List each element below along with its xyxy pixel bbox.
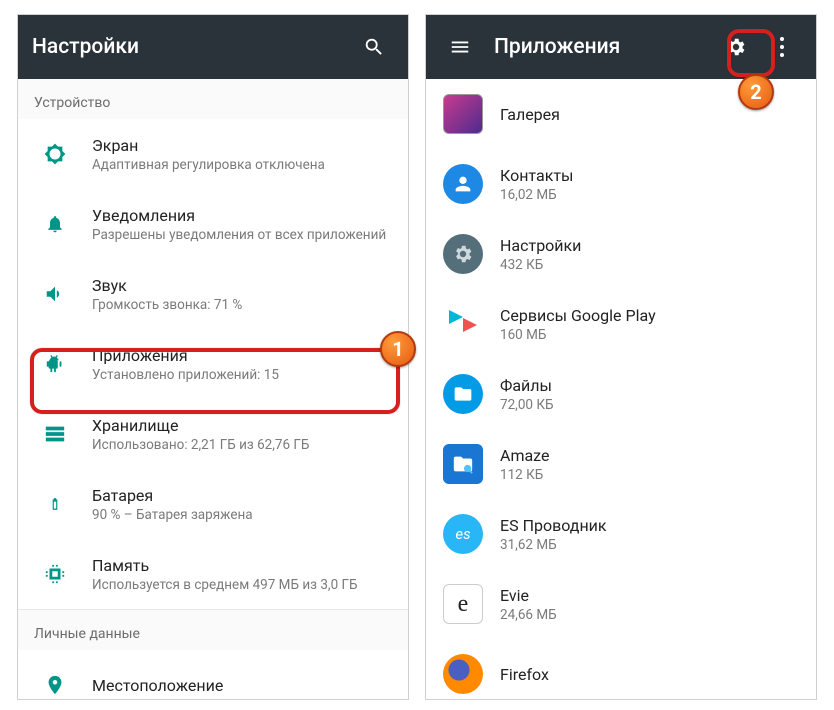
app-icon: e [443, 584, 483, 624]
app-row-firefox[interactable]: Firefox [426, 639, 816, 699]
row-storage[interactable]: Хранилище Использовано: 2,21 ГБ из 62,76 … [18, 399, 408, 469]
row-title: Звук [92, 276, 392, 295]
search-icon[interactable] [354, 27, 394, 67]
row-sub: Используется в среднем 497 МБ из 3,0 ГБ [92, 577, 392, 593]
app-icon [443, 164, 483, 204]
row-notifications[interactable]: Уведомления Разрешены уведомления от всех… [18, 189, 408, 259]
brightness-icon [44, 143, 66, 165]
volume-icon [44, 283, 66, 305]
android-icon [44, 353, 66, 375]
row-title: Экран [92, 136, 392, 155]
app-icon: es [443, 514, 483, 554]
app-name: Контакты [500, 166, 800, 185]
step-badge-1: 1 [380, 331, 416, 367]
bell-icon [45, 213, 65, 235]
menu-icon[interactable] [440, 27, 480, 67]
gear-icon[interactable] [716, 27, 756, 67]
row-title: Хранилище [92, 416, 392, 435]
app-row-play-services[interactable]: Сервисы Google Play 160 МБ [426, 289, 816, 359]
row-sound[interactable]: Звук Громкость звонка: 71 % [18, 259, 408, 329]
app-icon [443, 94, 483, 134]
memory-icon [44, 563, 66, 585]
section-personal: Личные данные [18, 610, 408, 650]
row-sub: 90 % – Батарея заряжена [92, 507, 392, 523]
app-size: 112 КБ [500, 467, 800, 483]
app-size: 160 МБ [500, 327, 800, 343]
app-row-files[interactable]: Файлы 72,00 КБ [426, 359, 816, 429]
row-sub: Установлено приложений: 15 [92, 367, 392, 383]
app-icon [443, 304, 483, 344]
app-size: 432 КБ [500, 257, 800, 273]
row-memory[interactable]: Память Используется в среднем 497 МБ из 3… [18, 539, 408, 609]
app-row-es[interactable]: es ES Проводник 31,62 МБ [426, 499, 816, 569]
row-location[interactable]: Местоположение [18, 650, 408, 700]
row-title: Батарея [92, 486, 392, 505]
row-title: Уведомления [92, 206, 392, 225]
app-size: 31,62 МБ [500, 537, 800, 553]
row-display[interactable]: Экран Адаптивная регулировка отключена [18, 119, 408, 189]
apps-screen: Приложения Галерея Контакты16,02 МБ Наст… [425, 14, 817, 700]
app-row-amaze[interactable]: Amaze 112 КБ [426, 429, 816, 499]
appbar-settings: Настройки [18, 15, 408, 79]
row-sub: Адаптивная регулировка отключена [92, 157, 392, 173]
app-size: 72,00 КБ [500, 397, 800, 413]
row-sub: Громкость звонка: 71 % [92, 297, 392, 313]
app-icon [443, 444, 483, 484]
app-name: Файлы [500, 376, 800, 395]
row-sub: Использовано: 2,21 ГБ из 62,76 ГБ [92, 437, 392, 453]
row-battery[interactable]: Батарея 90 % – Батарея заряжена [18, 469, 408, 539]
app-name: Amaze [500, 446, 800, 465]
app-name: Evie [500, 586, 800, 605]
app-name: Настройки [500, 236, 800, 255]
settings-screen: Настройки Устройство Экран Адаптивная рег… [17, 14, 409, 700]
step-badge-2: 2 [738, 74, 774, 110]
app-name: Сервисы Google Play [500, 306, 800, 325]
app-name: ES Проводник [500, 516, 800, 535]
storage-icon [44, 423, 66, 445]
app-row-evie[interactable]: e Evie 24,66 МБ [426, 569, 816, 639]
battery-icon [48, 492, 62, 516]
app-name: Firefox [500, 659, 800, 690]
app-size: 16,02 МБ [500, 187, 800, 203]
app-size: 24,66 МБ [500, 607, 800, 623]
row-sub: Разрешены уведомления от всех приложений [92, 227, 392, 243]
app-row-settings[interactable]: Настройки 432 КБ [426, 219, 816, 289]
section-device: Устройство [18, 79, 408, 119]
app-list: Галерея Контакты16,02 МБ Настройки432 КБ… [426, 79, 816, 699]
app-row-contacts[interactable]: Контакты 16,02 МБ [426, 149, 816, 219]
row-title: Память [92, 556, 392, 575]
app-icon [443, 374, 483, 414]
page-title: Настройки [32, 35, 354, 59]
location-icon [44, 674, 66, 696]
app-icon [443, 234, 483, 274]
row-title: Приложения [92, 346, 392, 365]
row-apps[interactable]: Приложения Установлено приложений: 15 [18, 329, 408, 399]
appbar-apps: Приложения [426, 15, 816, 79]
row-title: Местоположение [92, 670, 392, 701]
app-icon [443, 654, 483, 694]
page-title: Приложения [494, 35, 716, 59]
overflow-icon[interactable] [762, 27, 802, 67]
